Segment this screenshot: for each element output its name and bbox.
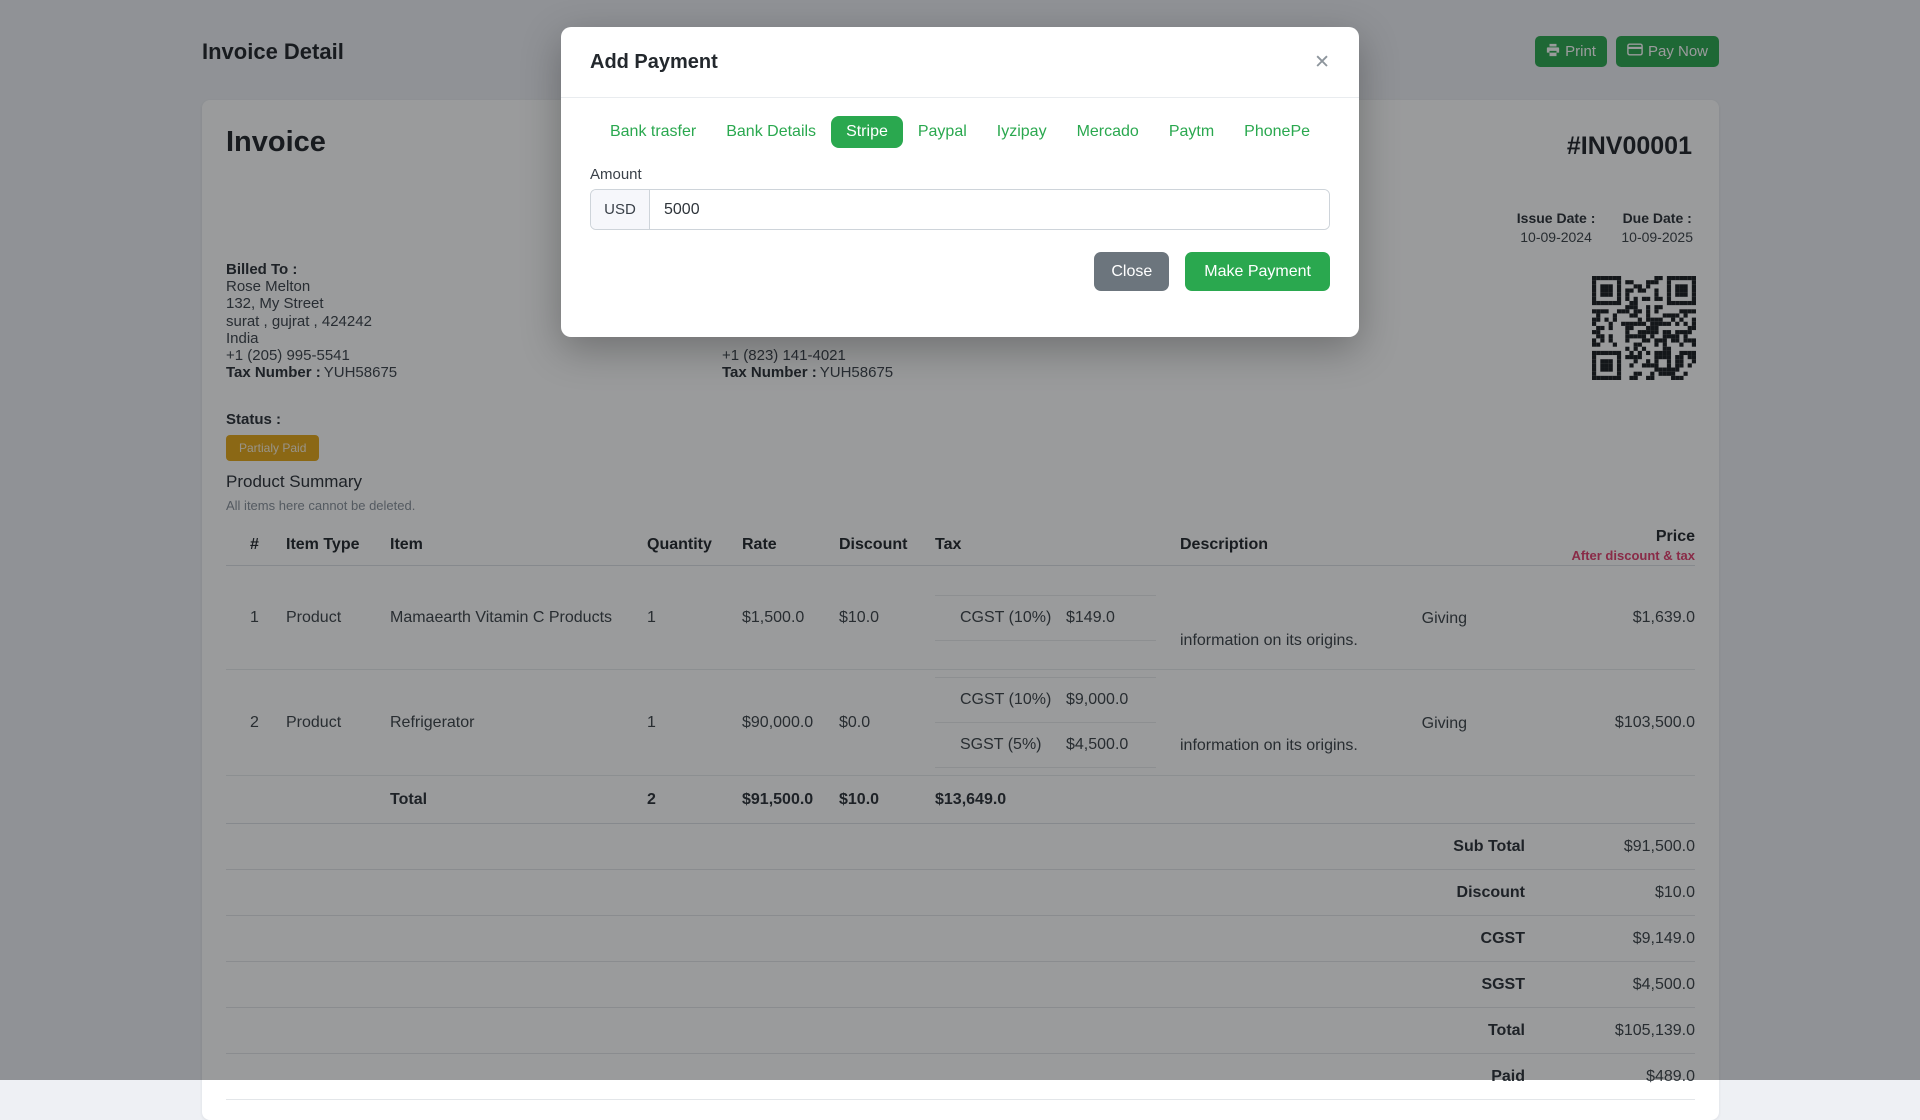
modal-title: Add Payment: [590, 51, 718, 74]
tab-phonepe[interactable]: PhonePe: [1229, 116, 1325, 148]
payment-method-tabs: Bank trasfer Bank Details Stripe Paypal …: [561, 116, 1359, 148]
modal-close-button[interactable]: Close: [1094, 252, 1169, 291]
close-icon[interactable]: ✕: [1314, 53, 1330, 72]
tab-bank-transfer[interactable]: Bank trasfer: [595, 116, 711, 148]
amount-input-group: USD: [590, 189, 1330, 230]
tab-paypal[interactable]: Paypal: [903, 116, 982, 148]
amount-label: Amount: [590, 166, 1330, 183]
tab-mercado[interactable]: Mercado: [1062, 116, 1154, 148]
tab-stripe[interactable]: Stripe: [831, 116, 903, 148]
amount-input[interactable]: [650, 190, 1329, 229]
make-payment-button[interactable]: Make Payment: [1185, 252, 1330, 291]
tab-iyzipay[interactable]: Iyzipay: [982, 116, 1062, 148]
currency-prefix: USD: [591, 190, 650, 229]
tab-paytm[interactable]: Paytm: [1154, 116, 1229, 148]
tab-bank-details[interactable]: Bank Details: [711, 116, 831, 148]
add-payment-modal: Add Payment ✕ Bank trasfer Bank Details …: [561, 27, 1359, 337]
